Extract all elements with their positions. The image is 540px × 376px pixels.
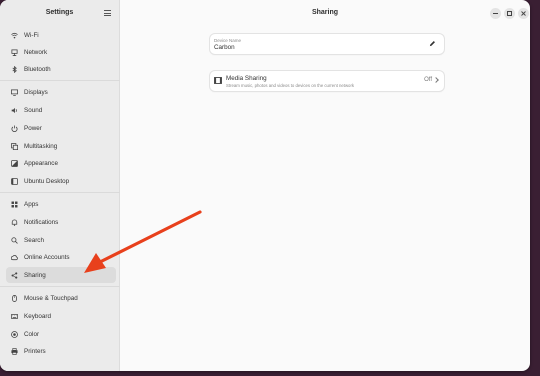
sidebar-item-label: Apps <box>24 200 39 208</box>
ubuntu-desktop-icon <box>11 177 18 185</box>
media-sharing-row[interactable]: Media Sharing Stream music, photos and v… <box>210 71 444 91</box>
device-name-value[interactable]: Carbon <box>214 44 235 51</box>
sidebar-item-label: Power <box>24 124 42 132</box>
network-icon <box>11 48 18 56</box>
color-icon <box>11 330 18 338</box>
sidebar-item-label: Notifications <box>24 218 59 226</box>
close-icon <box>521 11 526 16</box>
share-icon <box>11 271 18 279</box>
sidebar-item-sound[interactable]: Sound <box>6 102 116 118</box>
sidebar-item-label: Printers <box>24 347 46 355</box>
sidebar-item-label: Sound <box>24 106 43 114</box>
sidebar-item-wifi[interactable]: Wi-Fi <box>6 27 116 43</box>
sidebar-item-multitasking[interactable]: Multitasking <box>6 138 116 154</box>
pencil-icon[interactable] <box>429 40 436 47</box>
sidebar-item-ubuntu-desktop[interactable]: Ubuntu Desktop <box>6 173 116 189</box>
sidebar-item-label: Displays <box>24 88 48 96</box>
display-icon <box>11 88 18 96</box>
mouse-icon <box>11 294 18 302</box>
minimize-button[interactable] <box>490 8 501 19</box>
sidebar-title: Settings <box>45 9 74 16</box>
sidebar-item-search[interactable]: Search <box>6 232 116 248</box>
settings-window: Settings Wi-Fi Network Bluetooth Display… <box>0 0 530 371</box>
maximize-button[interactable] <box>504 8 515 19</box>
close-button[interactable] <box>518 8 529 19</box>
wifi-icon <box>11 32 18 39</box>
media-sharing-title: Media Sharing <box>226 75 267 82</box>
media-sharing-subtitle: Stream music, photos and videos to devic… <box>226 83 355 88</box>
sidebar-item-label: Color <box>24 330 40 338</box>
sidebar-item-label: Mouse & Touchpad <box>24 294 78 302</box>
sidebar-item-label: Network <box>24 48 48 56</box>
sidebar-item-power[interactable]: Power <box>6 120 116 136</box>
sidebar-divider <box>0 192 120 193</box>
appearance-icon <box>11 159 18 167</box>
media-sharing-status: Off <box>424 77 432 83</box>
maximize-icon <box>507 11 512 16</box>
sidebar-item-displays[interactable]: Displays <box>6 84 116 100</box>
media-icon <box>214 77 222 84</box>
menu-icon[interactable] <box>104 10 111 16</box>
sidebar-item-color[interactable]: Color <box>6 326 116 342</box>
search-icon <box>11 236 18 244</box>
sidebar-item-keyboard[interactable]: Keyboard <box>6 308 116 324</box>
sidebar-divider <box>0 80 120 81</box>
page-title: Sharing <box>311 9 339 16</box>
sidebar-item-label: Wi-Fi <box>24 31 39 39</box>
sidebar-item-label: Multitasking <box>24 142 58 150</box>
bluetooth-icon <box>11 65 18 73</box>
sidebar-item-label: Keyboard <box>24 312 51 320</box>
sidebar-item-online-accounts[interactable]: Online Accounts <box>6 249 116 265</box>
printer-icon <box>11 347 18 355</box>
sidebar-item-bluetooth[interactable]: Bluetooth <box>6 61 116 77</box>
speaker-icon <box>11 107 18 114</box>
sidebar-header: Settings <box>0 0 119 28</box>
sidebar-divider <box>0 286 120 287</box>
sidebar-item-label: Ubuntu Desktop <box>24 177 70 185</box>
sidebar-item-label: Bluetooth <box>24 65 51 73</box>
device-name-row[interactable]: Device Name Carbon <box>210 34 444 54</box>
sidebar-item-mouse-touchpad[interactable]: Mouse & Touchpad <box>6 290 116 306</box>
sidebar-item-notifications[interactable]: Notifications <box>6 214 116 230</box>
minimize-icon <box>493 13 498 14</box>
sidebar-item-network[interactable]: Network <box>6 44 116 60</box>
power-icon <box>11 125 18 132</box>
online-accounts-icon <box>11 254 18 261</box>
chevron-right-icon <box>433 77 439 83</box>
sidebar-item-label: Sharing <box>24 271 46 279</box>
sidebar-item-apps[interactable]: Apps <box>6 196 116 212</box>
multitasking-icon <box>11 142 18 150</box>
sidebar-item-label: Search <box>24 236 44 244</box>
main-content: Sharing Device Name Carbon Media Sharing <box>120 0 530 371</box>
apps-icon <box>11 201 18 208</box>
device-name-label: Device Name <box>214 38 242 43</box>
bell-icon <box>11 218 18 226</box>
sidebar-item-label: Online Accounts <box>24 253 70 261</box>
sidebar: Settings Wi-Fi Network Bluetooth Display… <box>0 0 120 371</box>
sidebar-item-printers[interactable]: Printers <box>6 343 116 359</box>
keyboard-icon <box>11 313 18 320</box>
sidebar-item-sharing[interactable]: Sharing <box>6 267 116 283</box>
sidebar-item-label: Appearance <box>24 159 58 167</box>
sidebar-item-appearance[interactable]: Appearance <box>6 155 116 171</box>
